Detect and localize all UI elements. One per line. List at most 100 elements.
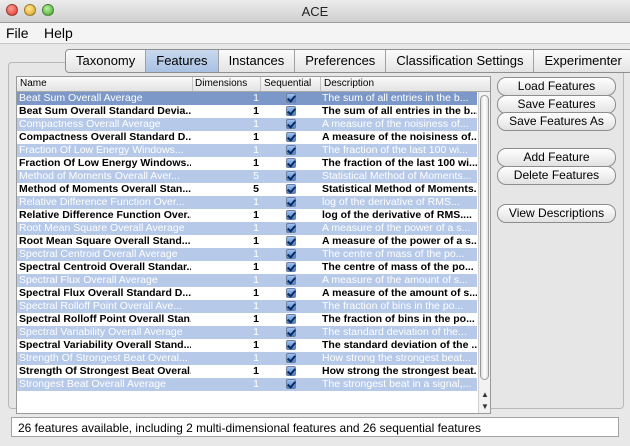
table-row[interactable]: Beat Sum Overall Standard Devia... 1 The s… — [17, 105, 477, 118]
delete-features-button[interactable]: Delete Features — [497, 166, 616, 185]
feature-name-cell: Spectral Centroid Overall Standar... — [19, 261, 191, 273]
dimensions-cell: 1 — [253, 365, 259, 377]
feature-name-cell: Spectral Flux Overall Standard D... — [19, 287, 191, 299]
dimensions-cell: 1 — [253, 378, 259, 390]
description-cell: A measure of the noisiness of... — [322, 118, 469, 130]
tab-taxonomy[interactable]: Taxonomy — [66, 50, 147, 72]
table-row[interactable]: Spectral Rolloff Point Overall Ave... 1 Th… — [17, 300, 477, 313]
sequential-cell — [261, 378, 321, 391]
sequential-checkbox-icon[interactable] — [286, 340, 296, 350]
description-cell: The sum of all entries in the b... — [322, 105, 477, 117]
feature-name-cell: Spectral Variability Overall Average — [19, 326, 183, 338]
sequential-cell — [261, 274, 321, 287]
scrollbar-thumb[interactable] — [480, 95, 489, 380]
sequential-cell — [261, 248, 321, 261]
description-cell: The centre of mass of the po... — [322, 248, 465, 260]
save-features-as-button[interactable]: Save Features As — [497, 112, 616, 131]
column-header-sequential[interactable]: Sequential — [264, 78, 311, 89]
table-row[interactable]: Relative Difference Function Over... 1 log… — [17, 209, 477, 222]
sequential-checkbox-icon[interactable] — [286, 327, 296, 337]
menu-help[interactable]: Help — [44, 25, 73, 41]
table-row[interactable]: Spectral Flux Overall Average 1 A measure … — [17, 274, 477, 287]
add-feature-button[interactable]: Add Feature — [497, 148, 616, 167]
column-header-description[interactable]: Description — [324, 78, 374, 89]
table-row[interactable]: Fraction Of Low Energy Windows... 1 The fr… — [17, 144, 477, 157]
tab-instances[interactable]: Instances — [219, 50, 296, 72]
table-row[interactable]: Compactness Overall Standard D... 1 A meas… — [17, 131, 477, 144]
sequential-cell — [261, 222, 321, 235]
feature-name-cell: Strength Of Strongest Beat Overal... — [19, 352, 188, 364]
sequential-checkbox-icon[interactable] — [286, 184, 296, 194]
window-title: ACE — [301, 4, 329, 19]
dimensions-cell: 1 — [253, 261, 259, 273]
dimensions-cell: 1 — [253, 248, 259, 260]
feature-name-cell: Method of Moments Overall Aver... — [19, 170, 180, 182]
sequential-checkbox-icon[interactable] — [286, 197, 296, 207]
sequential-checkbox-icon[interactable] — [286, 301, 296, 311]
table-row[interactable]: Spectral Centroid Overall Average 1 The ce… — [17, 248, 477, 261]
feature-name-cell: Method of Moments Overall Stan... — [19, 183, 191, 195]
sequential-cell — [261, 170, 321, 183]
tab-classification-settings[interactable]: Classification Settings — [386, 50, 535, 72]
description-cell: A measure of the amount of s... — [322, 274, 468, 286]
tab-experimenter[interactable]: Experimenter — [534, 50, 630, 72]
sequential-checkbox-icon[interactable] — [286, 145, 296, 155]
sequential-checkbox-icon[interactable] — [286, 119, 296, 129]
feature-name-cell: Spectral Rolloff Point Overall Stan... — [19, 313, 191, 325]
table-row[interactable]: Spectral Centroid Overall Standar... 1 The… — [17, 261, 477, 274]
features-table[interactable]: Name Dimensions Sequential Description B… — [16, 76, 491, 414]
vertical-scrollbar[interactable]: ▲ ▼ — [478, 92, 490, 413]
table-row[interactable]: Strength Of Strongest Beat Overal... 1 How… — [17, 365, 477, 378]
description-cell: The centre of mass of the po... — [322, 261, 474, 273]
column-header-name[interactable]: Name — [20, 78, 47, 89]
sequential-checkbox-icon[interactable] — [286, 132, 296, 142]
sequential-checkbox-icon[interactable] — [286, 93, 296, 103]
table-row[interactable]: Compactness Overall Average 1 A measure of… — [17, 118, 477, 131]
sequential-checkbox-icon[interactable] — [286, 106, 296, 116]
view-descriptions-button[interactable]: View Descriptions — [497, 204, 616, 223]
table-row[interactable]: Fraction Of Low Energy Windows... 1 The fr… — [17, 157, 477, 170]
sequential-checkbox-icon[interactable] — [286, 314, 296, 324]
table-row[interactable]: Strongest Beat Overall Average 1 The stron… — [17, 378, 477, 391]
load-features-button[interactable]: Load Features — [497, 77, 616, 96]
sequential-checkbox-icon[interactable] — [286, 288, 296, 298]
column-header-dimensions[interactable]: Dimensions — [195, 78, 247, 89]
table-row[interactable]: Spectral Rolloff Point Overall Stan... 1 T… — [17, 313, 477, 326]
feature-name-cell: Fraction Of Low Energy Windows... — [19, 144, 184, 156]
table-row[interactable]: Root Mean Square Overall Stand... 1 A meas… — [17, 235, 477, 248]
sequential-checkbox-icon[interactable] — [286, 236, 296, 246]
table-row[interactable]: Relative Difference Function Over... 1 log… — [17, 196, 477, 209]
sequential-checkbox-icon[interactable] — [286, 223, 296, 233]
table-row[interactable]: Method of Moments Overall Stan... 5 Statis… — [17, 183, 477, 196]
tab-preferences[interactable]: Preferences — [295, 50, 387, 72]
sequential-cell — [261, 92, 321, 105]
menu-file[interactable]: File — [6, 25, 29, 41]
feature-name-cell: Strength Of Strongest Beat Overal... — [19, 365, 191, 377]
dimensions-cell: 1 — [253, 326, 259, 338]
sequential-checkbox-icon[interactable] — [286, 262, 296, 272]
table-row[interactable]: Spectral Variability Overall Stand... 1 Th… — [17, 339, 477, 352]
table-row[interactable]: Method of Moments Overall Aver... 5 Statis… — [17, 170, 477, 183]
table-row[interactable]: Root Mean Square Overall Average 1 A measu… — [17, 222, 477, 235]
scroll-up-arrow-icon[interactable]: ▲ — [481, 390, 489, 399]
table-row[interactable]: Strength Of Strongest Beat Overal... 1 How… — [17, 352, 477, 365]
sequential-checkbox-icon[interactable] — [286, 366, 296, 376]
table-row[interactable]: Beat Sum Overall Average 1 The sum of all … — [17, 92, 477, 105]
sequential-checkbox-icon[interactable] — [286, 210, 296, 220]
menu-bar: File Help — [0, 23, 630, 44]
sequential-cell — [261, 131, 321, 144]
sequential-cell — [261, 365, 321, 378]
table-row[interactable]: Spectral Flux Overall Standard D... 1 A me… — [17, 287, 477, 300]
sequential-checkbox-icon[interactable] — [286, 379, 296, 389]
sequential-checkbox-icon[interactable] — [286, 275, 296, 285]
scroll-down-arrow-icon[interactable]: ▼ — [481, 402, 489, 411]
tab-features[interactable]: Features — [146, 50, 219, 72]
table-row[interactable]: Spectral Variability Overall Average 1 The… — [17, 326, 477, 339]
column-divider — [320, 77, 321, 91]
sequential-checkbox-icon[interactable] — [286, 171, 296, 181]
sequential-checkbox-icon[interactable] — [286, 249, 296, 259]
sequential-checkbox-icon[interactable] — [286, 158, 296, 168]
sequential-cell — [261, 144, 321, 157]
sequential-checkbox-icon[interactable] — [286, 353, 296, 363]
sequential-cell — [261, 105, 321, 118]
